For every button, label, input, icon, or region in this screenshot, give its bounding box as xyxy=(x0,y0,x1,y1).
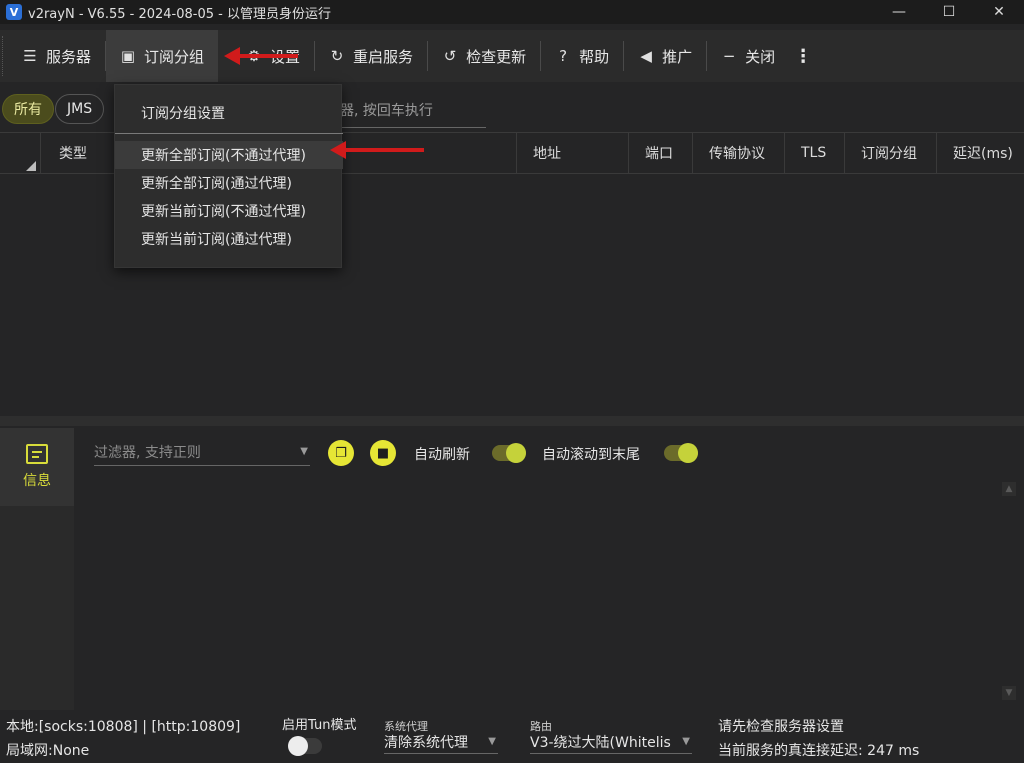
more-options-icon[interactable]: ⋮ xyxy=(789,30,817,82)
column-subscription-label: 订阅分组 xyxy=(861,146,917,162)
annotation-arrow-icon xyxy=(224,47,298,65)
column-tls[interactable]: TLS xyxy=(784,133,844,173)
routing-value: V3-绕过大陆(Whitelis xyxy=(530,734,671,751)
column-transport-label: 传输协议 xyxy=(709,146,765,162)
close-window-button[interactable]: ✕ xyxy=(974,0,1024,24)
column-tls-label: TLS xyxy=(801,145,827,161)
column-port[interactable]: 端口 xyxy=(628,133,692,173)
latency-status: 当前服务的真连接延迟: 247 ms xyxy=(718,743,920,759)
column-port-label: 端口 xyxy=(645,146,673,162)
promote-icon: ◀ xyxy=(640,47,652,65)
trash-icon: ■ xyxy=(376,445,390,461)
local-port-status: 本地:[socks:10808] | [http:10809] xyxy=(6,719,241,735)
menu-item-update-all-direct[interactable]: 更新全部订阅(不通过代理) xyxy=(115,141,343,169)
tab-rail xyxy=(0,506,74,710)
promote-label: 推广 xyxy=(662,47,693,66)
auto-refresh-label: 自动刷新 xyxy=(414,447,470,463)
app-logo-icon: V xyxy=(6,4,22,20)
restart-service-button[interactable]: ↻ 重启服务 xyxy=(315,30,427,82)
restart-service-label: 重启服务 xyxy=(353,47,414,66)
window-controls: — ☐ ✕ xyxy=(874,0,1024,24)
chevron-down-icon: ▼ xyxy=(488,736,496,747)
close-button[interactable]: − 关闭 xyxy=(707,30,789,82)
chevron-down-icon: ▼ xyxy=(682,736,690,747)
tun-mode-label: 启用Tun模式 xyxy=(282,718,357,733)
column-address[interactable]: 地址 xyxy=(516,133,628,173)
status-message: 请先检查服务器设置 xyxy=(718,719,844,735)
info-tab-label: 信息 xyxy=(23,473,51,489)
menu-divider xyxy=(115,133,343,134)
column-transport[interactable]: 传输协议 xyxy=(692,133,784,173)
help-label: 帮助 xyxy=(579,47,610,66)
lan-status: 局域网:None xyxy=(6,743,90,759)
restart-icon: ↻ xyxy=(330,47,344,65)
server-icon: ☰ xyxy=(23,47,37,65)
chevron-down-icon[interactable]: ▼ xyxy=(300,446,308,457)
column-type-label: 类型 xyxy=(59,146,87,162)
check-update-button[interactable]: ↺ 检查更新 xyxy=(428,30,540,82)
auto-refresh-toggle[interactable] xyxy=(492,443,526,463)
subscription-group-button[interactable]: ▣ 订阅分组 xyxy=(106,30,219,82)
column-latency[interactable]: 延迟(ms) xyxy=(936,133,1024,173)
update-icon: ↺ xyxy=(443,47,457,65)
toggle-knob xyxy=(288,736,308,756)
copy-log-button[interactable]: ❐ xyxy=(328,440,354,466)
main-toolbar: ☰ 服务器 ▣ 订阅分组 ⚙ 设置 ↻ 重启服务 ↺ 检查更新 ? 帮助 ◀ 推… xyxy=(0,30,1024,82)
log-filter-placeholder: 过滤器, 支持正则 xyxy=(94,444,201,461)
subscription-icon: ▣ xyxy=(120,47,136,65)
toggle-knob xyxy=(678,443,698,463)
chip-all[interactable]: 所有 xyxy=(2,94,54,124)
log-output-area[interactable] xyxy=(74,476,1024,710)
help-button[interactable]: ? 帮助 xyxy=(541,30,623,82)
auto-scroll-label: 自动滚动到末尾 xyxy=(542,447,640,463)
clear-log-button[interactable]: ■ xyxy=(370,440,396,466)
help-icon: ? xyxy=(559,47,568,65)
copy-icon: ❐ xyxy=(335,445,347,461)
minus-icon: − xyxy=(722,47,736,65)
info-tab[interactable]: 信息 xyxy=(0,428,74,506)
servers-label: 服务器 xyxy=(46,47,92,66)
select-all-corner-icon[interactable] xyxy=(26,161,36,171)
auto-scroll-toggle[interactable] xyxy=(664,443,698,463)
subscription-group-label: 订阅分组 xyxy=(144,47,205,66)
routing-select[interactable]: V3-绕过大陆(Whitelis ▼ xyxy=(530,730,692,754)
log-filter-input[interactable]: 过滤器, 支持正则 ▼ xyxy=(94,438,310,466)
column-address-label: 地址 xyxy=(533,146,561,162)
menu-item-update-current-proxy[interactable]: 更新当前订阅(通过代理) xyxy=(115,225,343,253)
window-title: v2rayN - V6.55 - 2024-08-05 - 以管理员身份运行 xyxy=(28,6,331,22)
toggle-knob xyxy=(506,443,526,463)
title-bar: V v2rayN - V6.55 - 2024-08-05 - 以管理员身份运行… xyxy=(0,0,1024,24)
scroll-down-icon[interactable]: ▼ xyxy=(1002,686,1016,700)
column-subscription[interactable]: 订阅分组 xyxy=(844,133,936,173)
servers-button[interactable]: ☰ 服务器 xyxy=(8,30,105,82)
message-icon xyxy=(26,444,48,464)
menu-item-subscription-settings[interactable]: 订阅分组设置 xyxy=(115,99,343,127)
server-search-input[interactable]: 器, 按回车执行 xyxy=(340,92,486,128)
check-update-label: 检查更新 xyxy=(466,47,527,66)
promote-button[interactable]: ◀ 推广 xyxy=(624,30,706,82)
column-latency-label: 延迟(ms) xyxy=(953,146,1013,162)
system-proxy-value: 清除系统代理 xyxy=(384,734,468,751)
minimize-button[interactable]: — xyxy=(874,0,924,24)
menu-item-update-all-proxy[interactable]: 更新全部订阅(通过代理) xyxy=(115,169,343,197)
scroll-up-icon[interactable]: ▲ xyxy=(1002,482,1016,496)
menu-item-update-current-direct[interactable]: 更新当前订阅(不通过代理) xyxy=(115,197,343,225)
panel-splitter[interactable] xyxy=(0,416,1024,426)
chip-jms[interactable]: JMS xyxy=(55,94,105,124)
tun-mode-toggle[interactable] xyxy=(288,736,322,756)
maximize-button[interactable]: ☐ xyxy=(924,0,974,24)
system-proxy-select[interactable]: 清除系统代理 ▼ xyxy=(384,730,498,754)
annotation-arrow-icon xyxy=(330,141,424,159)
subscription-group-menu: 订阅分组设置 更新全部订阅(不通过代理) 更新全部订阅(通过代理) 更新当前订阅… xyxy=(114,84,343,268)
close-label: 关闭 xyxy=(745,47,776,66)
